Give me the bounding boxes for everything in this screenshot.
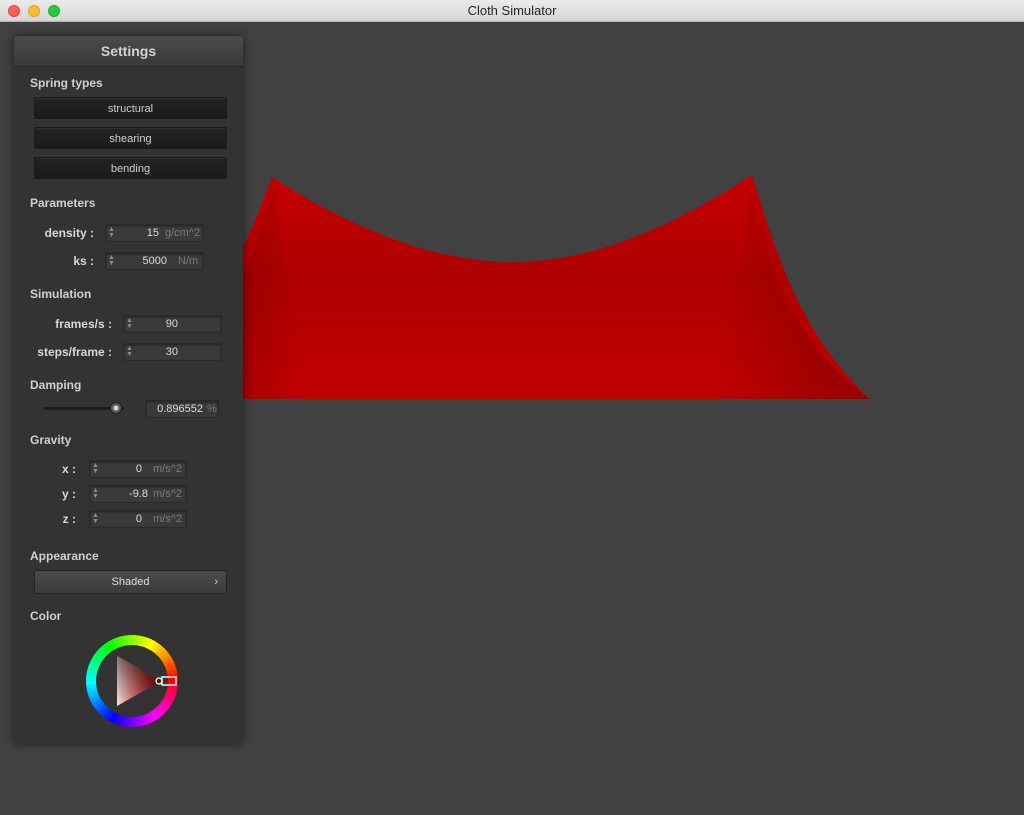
ks-label: ks : bbox=[73, 254, 94, 268]
damping-input[interactable]: 0.896552 % bbox=[145, 400, 219, 418]
ks-stepper-icon[interactable]: ▲ ▼ bbox=[108, 254, 115, 267]
gravity-x-value: 0 bbox=[135, 463, 142, 475]
appearance-dropdown[interactable]: Shaded › bbox=[34, 570, 227, 594]
gravity-x-label: x : bbox=[61, 462, 76, 476]
density-stepper-icon[interactable]: ▲ ▼ bbox=[108, 226, 115, 239]
gravity-y-unit: m/s^2 bbox=[153, 488, 182, 500]
density-input[interactable]: ▲ ▼ 15 g/cm^2 bbox=[105, 224, 204, 242]
structural-spring-toggle[interactable]: structural bbox=[34, 97, 227, 119]
fps-stepper-icon[interactable]: ▲ ▼ bbox=[126, 317, 133, 330]
settings-panel-title[interactable]: Settings bbox=[14, 36, 243, 67]
simulation-label: Simulation bbox=[30, 287, 92, 301]
parameters-label: Parameters bbox=[30, 196, 96, 210]
gravity-z-value: 0 bbox=[135, 513, 142, 525]
gravity-z-label: z : bbox=[62, 512, 76, 526]
appearance-label: Appearance bbox=[30, 549, 99, 563]
frames-per-second-input[interactable]: ▲ ▼ 90 bbox=[123, 315, 222, 333]
gravity-y-stepper-icon[interactable]: ▲ ▼ bbox=[92, 487, 99, 500]
gravity-y-label: y : bbox=[61, 487, 76, 501]
ks-input[interactable]: ▲ ▼ 5000 N/m bbox=[105, 252, 204, 270]
steps-per-frame-label: steps/frame : bbox=[37, 345, 112, 359]
gravity-x-input[interactable]: ▲ ▼ 0 m/s^2 bbox=[89, 460, 187, 478]
frames-per-second-label: frames/s : bbox=[55, 317, 112, 331]
gravity-label: Gravity bbox=[30, 433, 72, 447]
chevron-right-icon: › bbox=[214, 576, 218, 588]
settings-panel: Settings Spring types structural shearin… bbox=[14, 36, 243, 744]
appearance-selected-value: Shaded bbox=[111, 576, 150, 588]
density-label: density : bbox=[44, 226, 94, 240]
window-title: Cloth Simulator bbox=[467, 3, 557, 18]
gravity-z-stepper-icon[interactable]: ▲ ▼ bbox=[92, 512, 99, 525]
gravity-x-unit: m/s^2 bbox=[153, 463, 182, 475]
gravity-x-stepper-icon[interactable]: ▲ ▼ bbox=[92, 462, 99, 475]
density-unit: g/cm^2 bbox=[165, 227, 201, 239]
ks-unit: N/m bbox=[178, 255, 199, 267]
spring-types-label: Spring types bbox=[30, 76, 103, 90]
steps-per-frame-input[interactable]: ▲ ▼ 30 bbox=[123, 343, 222, 361]
damping-value: 0.896552 bbox=[157, 403, 203, 415]
steps-stepper-icon[interactable]: ▲ ▼ bbox=[126, 345, 133, 358]
damping-label: Damping bbox=[30, 378, 82, 392]
color-label: Color bbox=[30, 609, 62, 623]
color-wheel[interactable] bbox=[84, 633, 180, 729]
bending-spring-toggle[interactable]: bending bbox=[34, 157, 227, 179]
gravity-z-input[interactable]: ▲ ▼ 0 m/s^2 bbox=[89, 510, 187, 528]
frames-per-second-value: 90 bbox=[165, 318, 178, 330]
gravity-y-input[interactable]: ▲ ▼ -9.8 m/s^2 bbox=[89, 485, 187, 503]
density-value: 15 bbox=[146, 227, 159, 239]
damping-unit: % bbox=[207, 403, 217, 415]
window-titlebar: Cloth Simulator bbox=[0, 0, 1024, 22]
shearing-spring-toggle[interactable]: shearing bbox=[34, 127, 227, 149]
steps-per-frame-value: 30 bbox=[165, 346, 178, 358]
gravity-z-unit: m/s^2 bbox=[153, 513, 182, 525]
damping-slider-handle[interactable] bbox=[110, 402, 122, 414]
gravity-y-value: -9.8 bbox=[129, 488, 148, 500]
ks-value: 5000 bbox=[142, 255, 167, 267]
saturation-value-triangle[interactable] bbox=[117, 656, 161, 706]
